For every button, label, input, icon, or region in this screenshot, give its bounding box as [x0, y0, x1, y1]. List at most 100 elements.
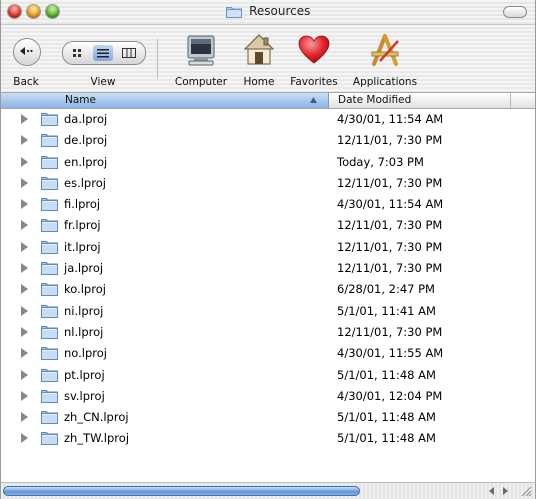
- disclosure-triangle-icon[interactable]: [21, 348, 28, 359]
- disclosure-triangle-icon[interactable]: [21, 114, 28, 124]
- back-button[interactable]: Back: [1, 25, 51, 92]
- file-name: da.lproj: [64, 112, 108, 126]
- computer-button[interactable]: Computer: [169, 25, 233, 92]
- list-item[interactable]: en.lproj Today, 7:03 PM: [1, 152, 535, 173]
- file-name: zh_CN.lproj: [64, 410, 129, 425]
- home-icon: [243, 34, 275, 65]
- list-item[interactable]: fi.lproj 4/30/01, 11:54 AM: [1, 194, 535, 215]
- folder-icon: [41, 262, 58, 276]
- disclosure-triangle-icon[interactable]: [21, 177, 28, 188]
- disclosure-triangle-icon[interactable]: [21, 199, 28, 210]
- folder-icon: [41, 347, 58, 361]
- list-item[interactable]: ja.lproj 12/11/01, 7:30 PM: [1, 258, 535, 279]
- list-item[interactable]: de.lproj 12/11/01, 7:30 PM: [1, 130, 535, 151]
- disclosure-triangle-icon[interactable]: [21, 305, 28, 316]
- horizontal-scrollbar[interactable]: [1, 482, 535, 499]
- list-item[interactable]: fr.lproj 12/11/01, 7:30 PM: [1, 215, 535, 236]
- date-modified: 12/11/01, 7:30 PM: [337, 324, 443, 339]
- disclosure-triangle-icon[interactable]: [21, 412, 28, 423]
- view-segmented-control[interactable]: [62, 41, 146, 65]
- list-item[interactable]: es.lproj 12/11/01, 7:30 PM: [1, 173, 535, 194]
- date-modified: 5/1/01, 11:41 AM: [337, 303, 436, 318]
- file-name: fr.lproj: [64, 218, 101, 233]
- disclosure-triangle-icon[interactable]: [21, 390, 28, 401]
- column-view-button[interactable]: [119, 45, 139, 61]
- list-item[interactable]: da.lproj 4/30/01, 11:54 AM: [1, 109, 535, 130]
- file-name: fi.lproj: [64, 197, 101, 212]
- list-item[interactable]: pt.lproj 5/1/01, 11:48 AM: [1, 365, 535, 386]
- folder-icon: [41, 326, 58, 339]
- folder-icon: [41, 240, 58, 254]
- date-modified: Today, 7:03 PM: [337, 154, 424, 169]
- list-item[interactable]: ko.lproj 6/28/01, 2:47 PM: [1, 279, 535, 300]
- finder-window: Resources Back View Computer Home Favori…: [0, 0, 536, 499]
- list-item[interactable]: no.lproj 4/30/01, 11:55 AM: [1, 343, 535, 364]
- list-item[interactable]: nl.lproj 12/11/01, 7:30 PM: [1, 322, 535, 343]
- applications-button[interactable]: Applications: [346, 25, 424, 92]
- scroll-left-icon[interactable]: [489, 487, 494, 495]
- date-modified: 4/30/01, 11:54 AM: [337, 197, 444, 212]
- file-name: de.lproj: [64, 133, 108, 148]
- list-item[interactable]: zh_CN.lproj 5/1/01, 11:48 AM: [1, 407, 535, 428]
- disclosure-triangle-icon[interactable]: [21, 135, 28, 146]
- file-name: sv.lproj: [64, 388, 105, 403]
- window-title-text: Resources: [249, 4, 311, 18]
- column-view-icon: [122, 48, 136, 58]
- disclosure-triangle-icon[interactable]: [21, 284, 28, 295]
- disclosure-triangle-icon[interactable]: [21, 241, 28, 252]
- folder-icon: [41, 176, 58, 190]
- favorites-button[interactable]: Favorites: [285, 25, 343, 92]
- scroll-right-icon[interactable]: [503, 487, 508, 495]
- window-title: Resources: [1, 4, 535, 20]
- computer-icon: [187, 35, 215, 66]
- file-name: es.lproj: [64, 175, 106, 190]
- toolbar-toggle-button[interactable]: [503, 6, 527, 18]
- icon-view-button[interactable]: [68, 45, 88, 61]
- list-item[interactable]: it.lproj 12/11/01, 7:30 PM: [1, 237, 535, 258]
- resize-grip-icon[interactable]: [521, 486, 532, 497]
- file-name: it.lproj: [64, 239, 101, 254]
- file-name: ko.lproj: [64, 282, 106, 297]
- folder-icon: [41, 432, 58, 446]
- back-label: Back: [13, 76, 39, 88]
- date-modified: 12/11/01, 7:30 PM: [337, 239, 443, 254]
- folder-icon: [41, 155, 58, 169]
- folder-icon: [41, 389, 58, 403]
- toolbar-divider: [157, 39, 158, 79]
- computer-label: Computer: [174, 76, 228, 88]
- date-modified: 12/11/01, 7:30 PM: [337, 133, 443, 148]
- date-modified: 4/30/01, 11:54 AM: [337, 112, 444, 126]
- scrollbar-thumb[interactable]: [3, 486, 360, 496]
- disclosure-triangle-icon[interactable]: [21, 369, 28, 380]
- title-bar[interactable]: Resources: [1, 0, 535, 25]
- file-name: no.lproj: [64, 346, 107, 361]
- disclosure-triangle-icon[interactable]: [21, 220, 28, 231]
- applications-label: Applications: [352, 76, 418, 88]
- disclosure-triangle-icon[interactable]: [21, 156, 28, 167]
- view-control: View: [51, 25, 155, 92]
- sort-ascending-icon: [310, 97, 317, 103]
- list-item[interactable]: ni.lproj 5/1/01, 11:41 AM: [1, 301, 535, 322]
- disclosure-triangle-icon[interactable]: [21, 326, 28, 337]
- folder-icon: [41, 198, 58, 212]
- folder-icon: [41, 411, 58, 425]
- date-modified: 4/30/01, 12:04 PM: [337, 388, 443, 403]
- name-column-header[interactable]: Name: [1, 93, 329, 108]
- date-modified: 12/11/01, 7:30 PM: [337, 261, 443, 276]
- date-modified: 5/1/01, 11:48 AM: [337, 367, 436, 382]
- list-item[interactable]: sv.lproj 4/30/01, 12:04 PM: [1, 386, 535, 407]
- date-modified: 12/11/01, 7:30 PM: [337, 175, 443, 190]
- disclosure-triangle-icon[interactable]: [21, 433, 28, 444]
- home-button[interactable]: Home: [236, 25, 282, 92]
- folder-icon: [41, 368, 58, 382]
- toolbar: Back View Computer Home Favorites Applic…: [1, 25, 535, 93]
- file-list: da.lproj 4/30/01, 11:54 AM de.lproj 12/11/0…: [1, 109, 535, 450]
- file-name: pt.lproj: [64, 367, 105, 382]
- date-modified-column-header[interactable]: Date Modified: [338, 94, 411, 106]
- list-view-button[interactable]: [93, 45, 113, 61]
- list-view-icon: [97, 49, 109, 58]
- date-modified: 4/30/01, 11:55 AM: [337, 346, 444, 361]
- disclosure-triangle-icon[interactable]: [21, 263, 28, 274]
- list-item[interactable]: zh_TW.lproj 5/1/01, 11:48 AM: [1, 428, 535, 449]
- heart-icon: [298, 35, 330, 64]
